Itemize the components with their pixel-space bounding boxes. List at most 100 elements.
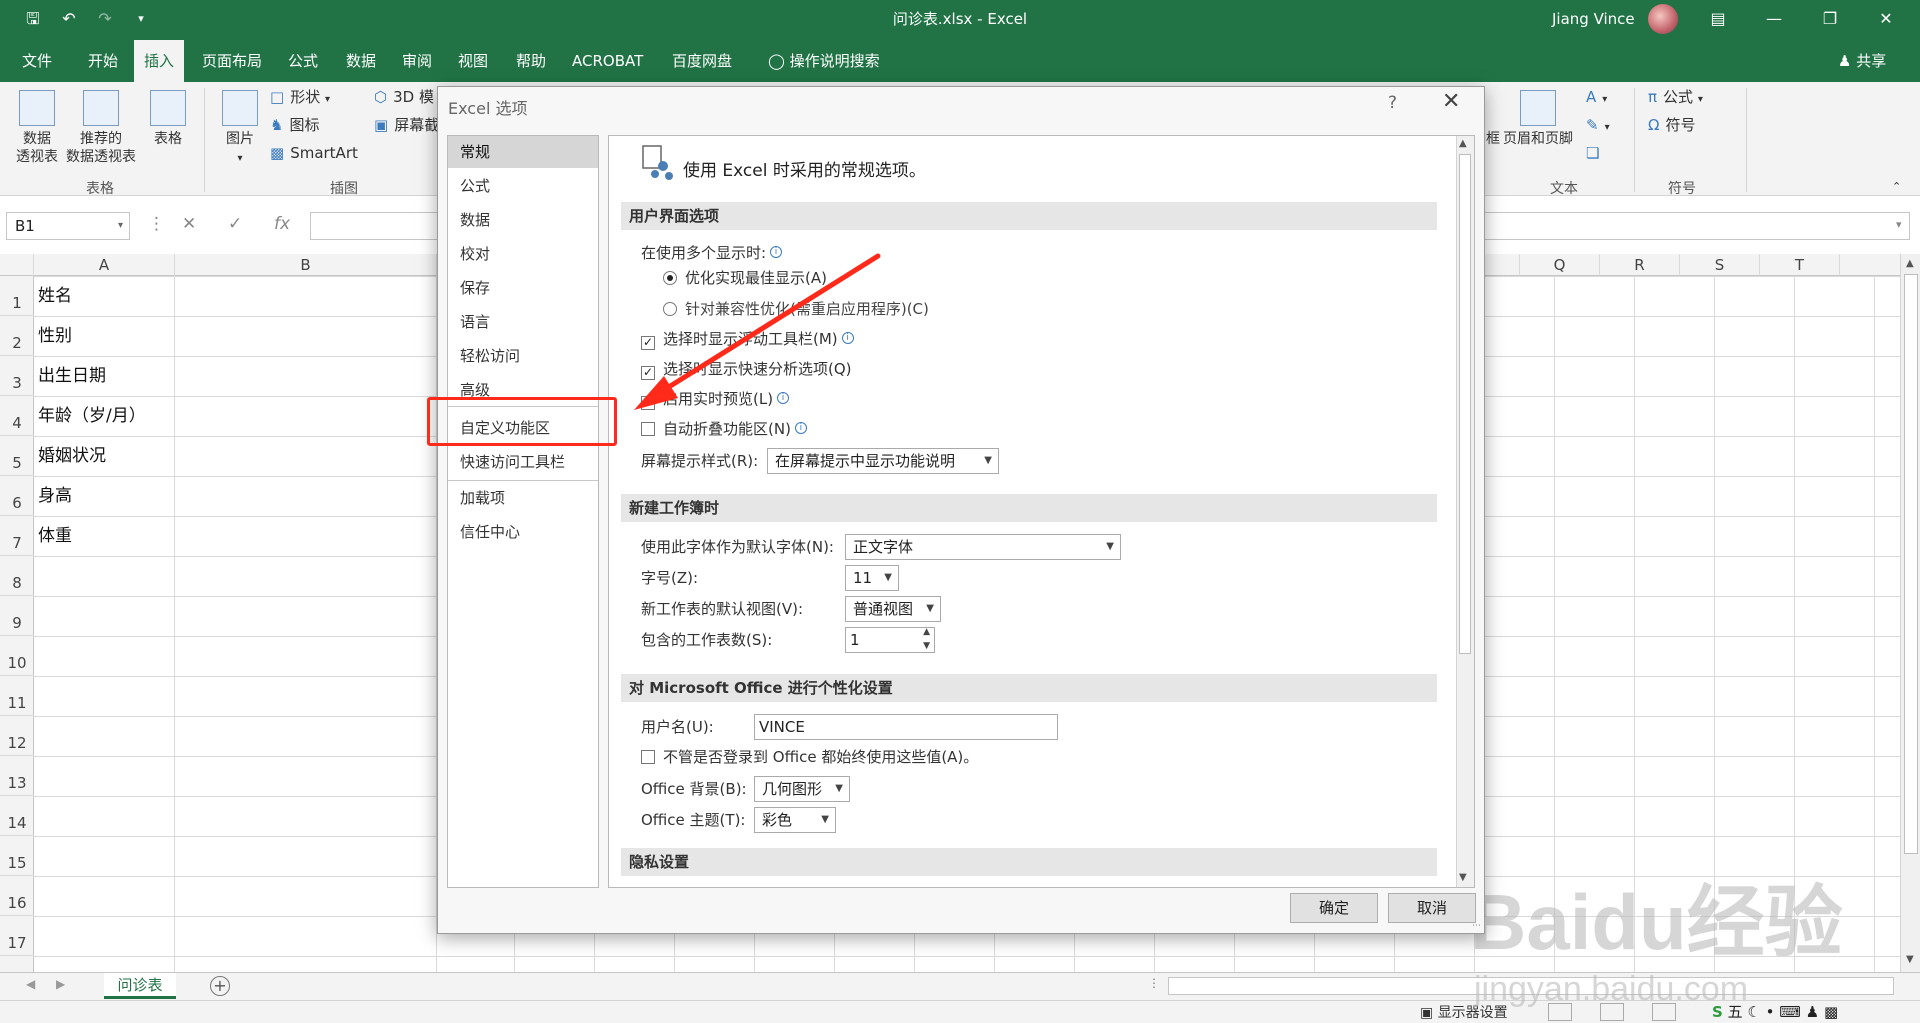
- row-header[interactable]: 9: [0, 596, 34, 636]
- row-header[interactable]: 3: [0, 356, 34, 396]
- nav-quick-access-toolbar[interactable]: 快速访问工具栏: [448, 446, 598, 478]
- tab-baidu-netdisk[interactable]: 百度网盘: [662, 40, 742, 82]
- name-box[interactable]: B1 ▾: [6, 212, 130, 240]
- tell-me-search[interactable]: ◯ 操作说明搜索: [758, 40, 890, 82]
- shapes-button[interactable]: □ 形状 ▾: [270, 86, 330, 111]
- column-header[interactable]: R: [1600, 254, 1680, 276]
- sheet-tab[interactable]: 问诊表: [104, 973, 176, 999]
- signature-line-button[interactable]: ✎ ▾: [1586, 114, 1610, 139]
- column-header[interactable]: A: [34, 254, 175, 276]
- nav-trust-center[interactable]: 信任中心: [448, 516, 598, 548]
- tab-page-layout[interactable]: 页面布局: [192, 40, 272, 82]
- checkbox-always-use[interactable]: 不管是否登录到 Office 都始终使用这些值(A)。: [641, 746, 978, 768]
- font-size-select[interactable]: 11 ▼: [845, 565, 899, 591]
- row-header[interactable]: 5: [0, 436, 34, 476]
- ribbon-display-icon[interactable]: ▤: [1690, 0, 1746, 40]
- close-icon[interactable]: ✕: [1442, 89, 1460, 114]
- tab-help[interactable]: 帮助: [506, 40, 556, 82]
- tab-acrobat[interactable]: ACROBAT: [562, 40, 653, 82]
- select-all-corner[interactable]: [0, 254, 34, 276]
- row-header[interactable]: 14: [0, 796, 34, 836]
- tooltip-style-select[interactable]: 在屏幕提示中显示功能说明 ▼: [767, 448, 999, 474]
- table-button[interactable]: 表格: [144, 90, 192, 148]
- wordart-button[interactable]: A ▾: [1586, 86, 1607, 111]
- username-input[interactable]: VINCE: [754, 714, 1058, 740]
- column-header[interactable]: B: [175, 254, 437, 276]
- tab-review[interactable]: 审阅: [392, 40, 442, 82]
- object-button[interactable]: ❏: [1586, 142, 1605, 164]
- collapse-ribbon-icon[interactable]: ⌃: [1892, 176, 1901, 198]
- scroll-thumb[interactable]: [1904, 274, 1918, 854]
- cancel-button[interactable]: 取消: [1388, 893, 1476, 923]
- avatar[interactable]: [1648, 4, 1678, 34]
- scroll-up-icon[interactable]: ▲: [1906, 258, 1914, 269]
- prev-sheet-icon[interactable]: ◀: [26, 977, 35, 991]
- row-header[interactable]: 7: [0, 516, 34, 556]
- row-header[interactable]: 11: [0, 676, 34, 716]
- tab-home[interactable]: 开始: [78, 40, 128, 82]
- scroll-down-icon[interactable]: ▼: [1459, 872, 1467, 883]
- office-background-select[interactable]: 几何图形 ▼: [754, 776, 850, 802]
- enter-icon[interactable]: ✓: [228, 214, 242, 234]
- row-header[interactable]: 17: [0, 916, 34, 956]
- sheet-count-stepper[interactable]: 1 ▲ ▼: [845, 627, 935, 653]
- tab-data[interactable]: 数据: [336, 40, 386, 82]
- scroll-up-icon[interactable]: ▲: [1459, 138, 1467, 149]
- row-header[interactable]: 2: [0, 316, 34, 356]
- nav-general[interactable]: 常规: [448, 136, 598, 168]
- cancel-icon[interactable]: ✕: [182, 214, 196, 234]
- symbol-button[interactable]: Ω 符号: [1648, 114, 1695, 136]
- nav-formulas[interactable]: 公式: [448, 170, 598, 202]
- close-window-icon[interactable]: ✕: [1858, 0, 1914, 40]
- minimize-icon[interactable]: —: [1746, 0, 1802, 40]
- expand-formula-icon[interactable]: ▾: [1896, 218, 1902, 231]
- row-header[interactable]: 10: [0, 636, 34, 676]
- header-footer-button[interactable]: 页眉和页脚: [1500, 90, 1576, 148]
- row-header[interactable]: 4: [0, 396, 34, 436]
- scroll-thumb[interactable]: [1459, 154, 1471, 654]
- nav-data[interactable]: 数据: [448, 204, 598, 236]
- row-header[interactable]: 12: [0, 716, 34, 756]
- help-icon[interactable]: ?: [1388, 93, 1397, 113]
- recommended-pivot-button[interactable]: 推荐的 数据透视表: [62, 90, 140, 166]
- cell-a2[interactable]: 性别: [38, 316, 72, 356]
- resize-grip-icon[interactable]: ⋯: [1472, 921, 1481, 931]
- cell-a6[interactable]: 身高: [38, 476, 72, 516]
- checkbox-auto-collapse[interactable]: 自动折叠功能区(N) i: [641, 418, 807, 440]
- insert-function-icon[interactable]: fx: [274, 214, 290, 234]
- row-header[interactable]: 13: [0, 756, 34, 796]
- pivot-table-button[interactable]: 数据 透视表: [12, 90, 62, 166]
- add-sheet-icon[interactable]: +: [210, 976, 230, 996]
- screenshot-button[interactable]: ▣ 屏幕截: [374, 114, 439, 136]
- row-header[interactable]: 16: [0, 876, 34, 916]
- scroll-down-icon[interactable]: ▼: [1906, 954, 1914, 965]
- nav-language[interactable]: 语言: [448, 306, 598, 338]
- default-view-select[interactable]: 普通视图 ▼: [845, 596, 941, 622]
- column-header[interactable]: T: [1760, 254, 1840, 276]
- row-header[interactable]: 15: [0, 836, 34, 876]
- nav-save[interactable]: 保存: [448, 272, 598, 304]
- equation-button[interactable]: π 公式 ▾: [1648, 86, 1703, 111]
- stepper-arrows-icon[interactable]: ▲ ▼: [923, 625, 930, 653]
- nav-accessibility[interactable]: 轻松访问: [448, 340, 598, 372]
- tab-view[interactable]: 视图: [448, 40, 498, 82]
- nav-add-ins[interactable]: 加载项: [448, 482, 598, 514]
- cell-a7[interactable]: 体重: [38, 516, 72, 556]
- icons-button[interactable]: ♞ 图标: [270, 114, 319, 136]
- next-sheet-icon[interactable]: ▶: [56, 977, 65, 991]
- tab-insert[interactable]: 插入: [134, 40, 185, 82]
- column-header[interactable]: Q: [1520, 254, 1600, 276]
- 3d-model-button[interactable]: ⬡ 3D 模: [374, 86, 434, 108]
- tab-formulas[interactable]: 公式: [278, 40, 328, 82]
- column-header[interactable]: S: [1680, 254, 1760, 276]
- cell-a1[interactable]: 姓名: [38, 276, 72, 316]
- nav-proofing[interactable]: 校对: [448, 238, 598, 270]
- restore-icon[interactable]: ❐: [1802, 0, 1858, 40]
- cell-a5[interactable]: 婚姻状况: [38, 436, 106, 476]
- default-font-select[interactable]: 正文字体 ▼: [845, 534, 1121, 560]
- row-header[interactable]: 6: [0, 476, 34, 516]
- cell-a4[interactable]: 年龄（岁/月）: [38, 396, 146, 436]
- user-name[interactable]: Jiang Vince: [1552, 0, 1635, 38]
- smartart-button[interactable]: ▩ SmartArt: [270, 142, 358, 164]
- office-theme-select[interactable]: 彩色 ▼: [754, 807, 836, 833]
